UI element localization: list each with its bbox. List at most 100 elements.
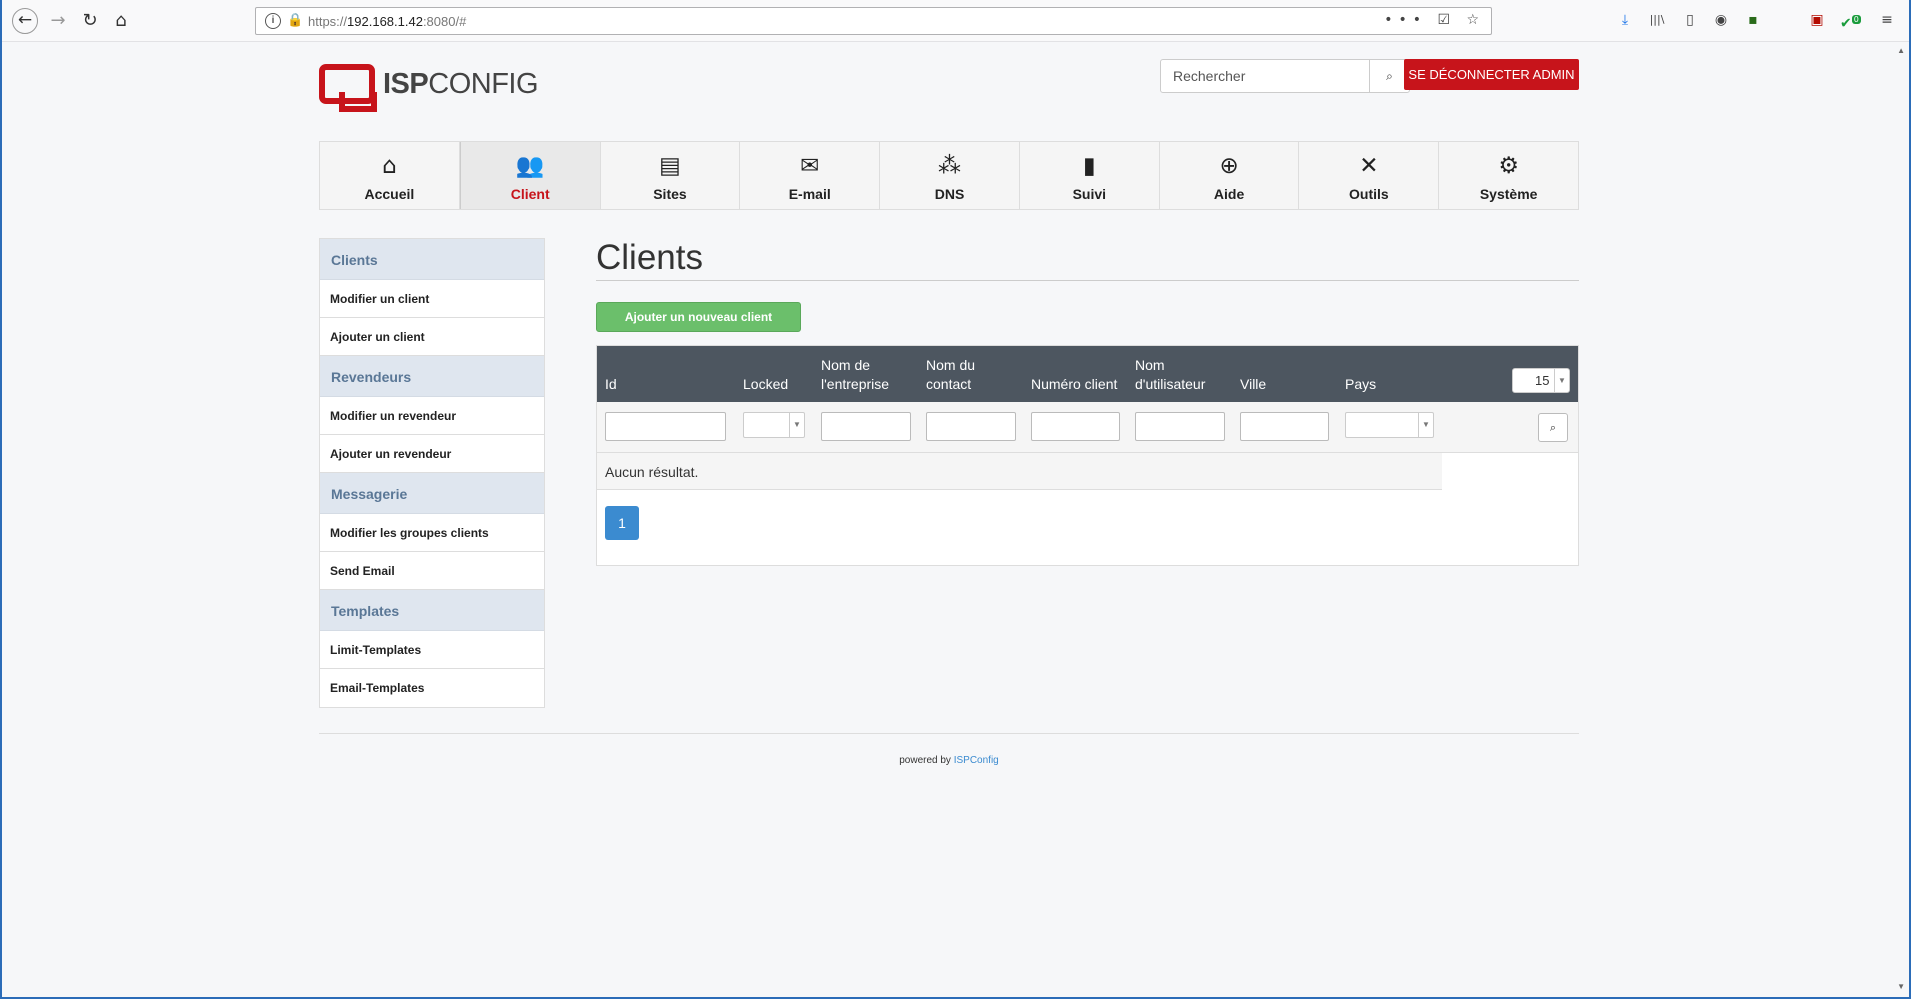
tab-label: Aide <box>1213 186 1245 202</box>
home-icon: ⌂ <box>382 153 397 179</box>
main-navigation: ⌂ Accueil 👥 Client ▤ Sites ✉ E-mail ⁂ DNS ▮ Su… <box>319 141 1579 210</box>
back-icon[interactable]: ← <box>12 8 38 34</box>
sidebar-item-send-email[interactable]: Send Email <box>320 552 544 590</box>
tab-dns[interactable]: ⁂ DNS <box>880 142 1020 209</box>
home-icon[interactable]: ⌂ <box>109 9 133 33</box>
tab-sites[interactable]: ▤ Sites <box>600 142 741 209</box>
logo-text-bold: ISP <box>383 68 429 100</box>
browser-toolbar: ← → ↻ ⌂ i 🔒 https://192.168.1.42:8080/# … <box>2 0 1909 42</box>
sidebar-item-email-templates[interactable]: Email-Templates <box>320 669 544 707</box>
column-header-company[interactable]: Nom de l'entreprise <box>821 356 889 394</box>
filter-row: ▼ ▼ ⌕ <box>597 402 1578 453</box>
lock-warning-icon[interactable]: 🔒 <box>287 12 303 28</box>
logo-text-light: CONFIG <box>428 68 539 100</box>
account-icon[interactable]: ◉ <box>1712 11 1730 29</box>
column-header-country[interactable]: Pays <box>1345 375 1376 394</box>
tab-suivi[interactable]: ▮ Suivi <box>1019 142 1160 209</box>
tab-label: E-mail <box>788 186 831 202</box>
filter-locked-select[interactable]: ▼ <box>743 412 805 438</box>
sidebar-item-limit-templates[interactable]: Limit-Templates <box>320 631 544 669</box>
sidebar: Clients Modifier un client Ajouter un cl… <box>319 238 545 708</box>
gear-icon: ⚙ <box>1498 153 1519 179</box>
sites-icon: ▤ <box>659 153 681 179</box>
sidebar-section-messagerie: Messagerie <box>320 473 544 514</box>
tab-systeme[interactable]: ⚙ Système <box>1439 142 1579 209</box>
empty-message: Aucun résultat. <box>597 453 1442 490</box>
tab-outils[interactable]: ✕ Outils <box>1299 142 1440 209</box>
chevron-down-icon: ▼ <box>1418 413 1433 437</box>
search-icon: ⌕ <box>1386 69 1393 83</box>
reload-icon[interactable]: ↻ <box>78 9 102 33</box>
page-actions-icon[interactable]: ••• ☑ ☆ <box>1384 12 1485 28</box>
menu-icon[interactable]: ≡ <box>1878 11 1896 29</box>
column-header-contact[interactable]: Nom du contact <box>926 356 975 394</box>
column-header-locked[interactable]: Locked <box>743 375 788 394</box>
shield-glyph: ✔ <box>1840 15 1852 32</box>
filter-client-number-input[interactable] <box>1031 412 1120 441</box>
shield-badge: 0 <box>1851 15 1861 24</box>
search-input[interactable]: Rechercher <box>1160 59 1370 93</box>
sidebar-item-modifier-revendeur[interactable]: Modifier un revendeur <box>320 397 544 435</box>
tab-label: Outils <box>1349 186 1389 202</box>
scroll-down-icon[interactable]: ▼ <box>1897 982 1905 991</box>
footer-link[interactable]: ISPConfig <box>954 755 999 766</box>
scroll-up-icon[interactable]: ▲ <box>1897 46 1905 55</box>
sidebar-item-groupes-clients[interactable]: Modifier les groupes clients <box>320 514 544 552</box>
tab-email[interactable]: ✉ E-mail <box>740 142 881 209</box>
url-bar[interactable]: i 🔒 https://192.168.1.42:8080/# ••• ☑ ☆ <box>255 7 1492 35</box>
title-divider <box>596 280 1579 281</box>
ispconfig-logo[interactable]: ISPCONFIG <box>319 62 539 112</box>
logo-text: ISPCONFIG <box>383 68 539 101</box>
tab-label: Sites <box>653 186 687 202</box>
tab-label: DNS <box>934 186 965 202</box>
sidebar-item-modifier-client[interactable]: Modifier un client <box>320 280 544 318</box>
shield-icon[interactable]: ✔ 0 <box>1840 11 1861 32</box>
browser-window: ← → ↻ ⌂ i 🔒 https://192.168.1.42:8080/# … <box>0 0 1911 999</box>
pagination-page-1[interactable]: 1 <box>605 506 639 540</box>
tab-label: Client <box>510 186 550 202</box>
chevron-down-icon: ▼ <box>1554 369 1569 392</box>
add-client-button[interactable]: Ajouter un nouveau client <box>596 302 801 332</box>
sidebar-section-clients: Clients <box>320 239 544 280</box>
main-content: Clients Ajouter un nouveau client Id Loc… <box>596 238 1579 566</box>
per-page-select[interactable]: 15 ▼ <box>1512 368 1570 393</box>
tab-accueil[interactable]: ⌂ Accueil <box>320 142 460 209</box>
sidebar-section-revendeurs: Revendeurs <box>320 356 544 397</box>
download-icon[interactable]: ⤓ <box>1616 11 1634 29</box>
per-page-value: 15 <box>1535 373 1550 388</box>
url-host: 192.168.1.42 <box>347 14 423 29</box>
info-icon[interactable]: i <box>265 13 281 29</box>
traffic-light-icon: ▮ <box>1082 153 1096 179</box>
extension-icon[interactable]: ▪ <box>1744 11 1762 29</box>
sidebar-icon[interactable]: ▯ <box>1681 11 1699 29</box>
filter-id-input[interactable] <box>605 412 726 441</box>
column-header-city[interactable]: Ville <box>1240 375 1266 394</box>
footer-text: powered by <box>899 755 951 766</box>
tab-label: Système <box>1479 186 1538 202</box>
tab-client[interactable]: 👥 Client <box>459 142 601 209</box>
tools-icon: ✕ <box>1359 153 1379 179</box>
filter-search-button[interactable]: ⌕ <box>1538 413 1568 442</box>
url-text[interactable]: https://192.168.1.42:8080/# <box>308 14 466 29</box>
sidebar-item-ajouter-client[interactable]: Ajouter un client <box>320 318 544 356</box>
filter-country-select[interactable]: ▼ <box>1345 412 1434 438</box>
column-header-client-number[interactable]: Numéro client <box>1031 375 1117 394</box>
tab-aide[interactable]: ⊕ Aide <box>1159 142 1300 209</box>
filter-contact-input[interactable] <box>926 412 1016 441</box>
library-icon[interactable]: |||\ <box>1648 11 1666 29</box>
forward-icon[interactable]: → <box>46 9 70 33</box>
column-header-id[interactable]: Id <box>605 375 617 394</box>
filter-username-input[interactable] <box>1135 412 1225 441</box>
footer-divider <box>319 733 1579 734</box>
pdf-icon[interactable]: ▣ <box>1808 11 1826 29</box>
sidebar-section-templates: Templates <box>320 590 544 631</box>
tab-label: Accueil <box>364 186 415 202</box>
sidebar-item-ajouter-revendeur[interactable]: Ajouter un revendeur <box>320 435 544 473</box>
logout-button[interactable]: SE DÉCONNECTER ADMIN <box>1404 59 1579 90</box>
chevron-down-icon: ▼ <box>789 413 804 437</box>
column-header-username[interactable]: Nom d'utilisateur <box>1135 356 1205 394</box>
clients-table: Id Locked Nom de l'entreprise Nom du con… <box>596 345 1579 566</box>
table-header: Id Locked Nom de l'entreprise Nom du con… <box>597 346 1578 402</box>
filter-company-input[interactable] <box>821 412 911 441</box>
filter-city-input[interactable] <box>1240 412 1329 441</box>
